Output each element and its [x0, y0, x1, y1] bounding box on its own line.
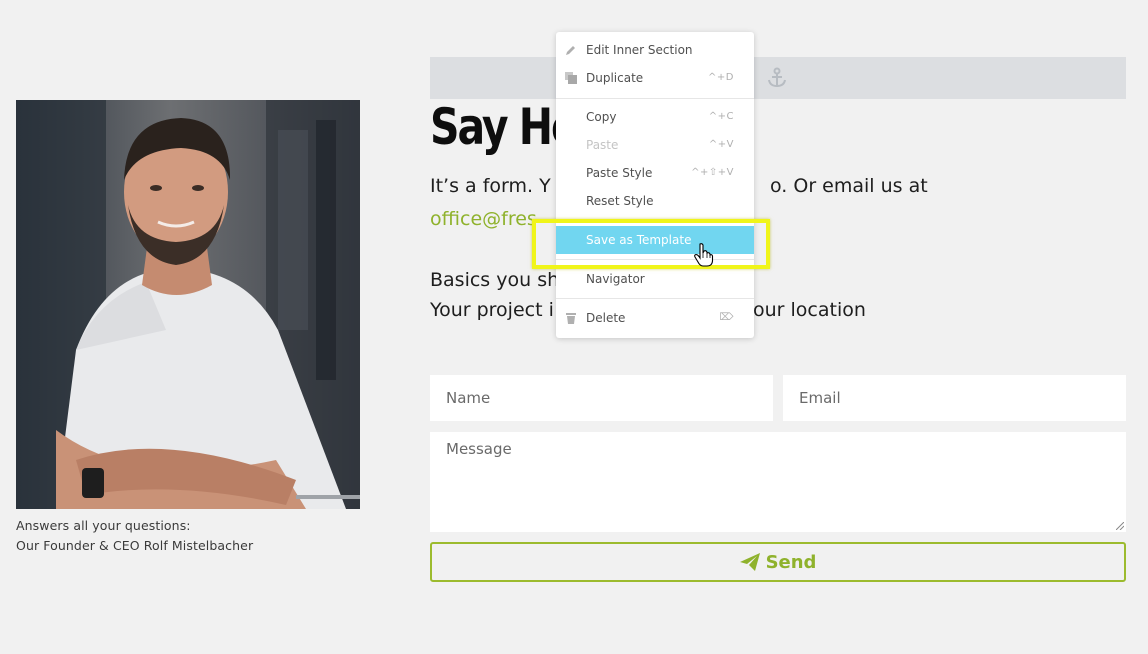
menu-item-navigator[interactable]: Navigator — [556, 265, 754, 293]
menu-item-label: Reset Style — [586, 194, 654, 208]
menu-item-shortcut: ^+V — [708, 139, 734, 150]
pencil-icon — [566, 46, 575, 55]
inner-section-handle-bar[interactable] — [430, 57, 1126, 99]
menu-item-copy[interactable]: Copy ^+C — [556, 103, 754, 131]
menu-item-reset-style[interactable]: Reset Style — [556, 187, 754, 215]
menu-item-edit-inner-section[interactable]: Edit Inner Section — [556, 36, 754, 64]
message-field[interactable]: Message — [430, 432, 1126, 532]
hand-cursor-icon — [694, 243, 714, 267]
photo-caption: Answers all your questions: Our Founder … — [16, 516, 253, 556]
menu-item-label: Paste Style — [586, 166, 653, 180]
menu-item-shortcut: ^+⇧+V — [691, 167, 734, 178]
menu-item-shortcut: ^+D — [708, 72, 734, 83]
trash-icon — [566, 313, 576, 324]
menu-item-shortcut: ^+C — [708, 111, 734, 122]
paper-plane-icon — [739, 553, 760, 571]
send-label: Send — [765, 551, 817, 573]
caption-line-1: Answers all your questions: — [16, 518, 191, 533]
menu-item-label: Delete — [586, 311, 626, 325]
menu-separator — [556, 98, 754, 99]
email-link[interactable]: office@fres — [430, 204, 537, 234]
email-field[interactable]: Email — [783, 375, 1126, 421]
menu-item-paste-style[interactable]: Paste Style ^+⇧+V — [556, 159, 754, 187]
menu-item-label: Duplicate — [586, 71, 644, 85]
menu-item-label: Copy — [586, 110, 617, 124]
context-menu: Edit Inner Section Duplicate ^+D Copy ^+… — [556, 32, 754, 338]
intro-text-end: o. Or email us at — [770, 175, 928, 197]
menu-item-label: Paste — [586, 138, 619, 152]
anchor-icon[interactable] — [766, 67, 788, 89]
menu-separator — [556, 298, 754, 299]
menu-item-shortcut: ⌦ — [719, 312, 734, 323]
send-button[interactable]: Send — [430, 542, 1126, 582]
menu-item-label: Navigator — [586, 272, 645, 286]
founder-photo — [16, 100, 360, 509]
project-text-end: our location — [753, 299, 866, 321]
menu-item-delete[interactable]: Delete ⌦ — [556, 304, 754, 332]
basics-text: Basics you sh — [430, 269, 560, 291]
message-placeholder: Message — [446, 440, 512, 458]
menu-item-label: Edit Inner Section — [586, 43, 693, 57]
menu-item-paste[interactable]: Paste ^+V — [556, 131, 754, 159]
name-field[interactable]: Name — [430, 375, 773, 421]
highlight-box — [532, 219, 770, 269]
project-text-start: Your project i — [430, 299, 554, 321]
duplicate-icon — [565, 72, 577, 84]
intro-text-start: It’s a form. Y — [430, 175, 551, 197]
caption-line-2: Our Founder & CEO Rolf Mistelbacher — [16, 538, 254, 553]
menu-item-duplicate[interactable]: Duplicate ^+D — [556, 64, 754, 92]
resize-grip-icon[interactable] — [1116, 522, 1124, 530]
page-heading: Say He — [430, 98, 579, 156]
